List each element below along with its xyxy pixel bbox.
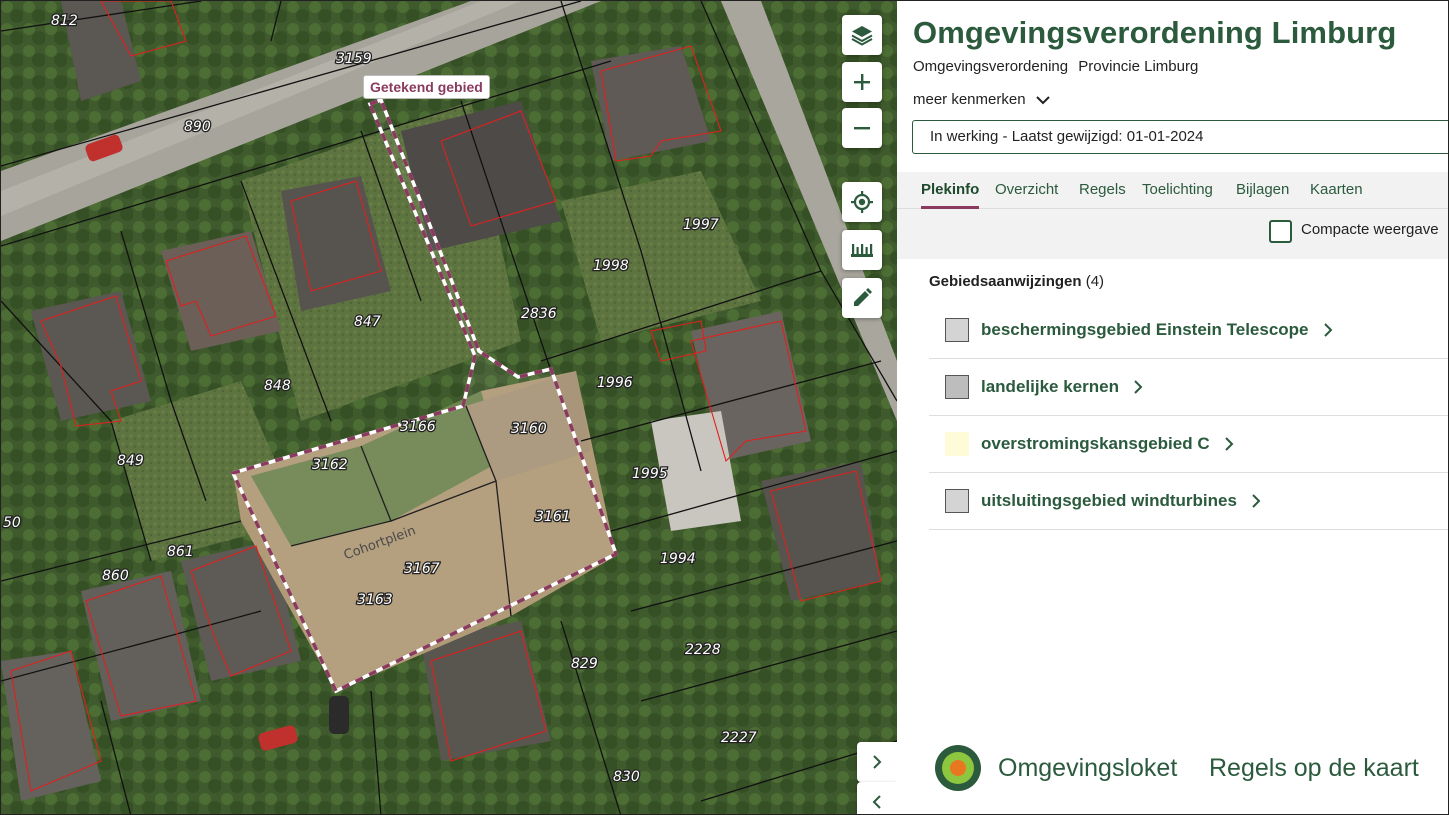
footer: Omgevingsloket Regels op de kaart <box>897 737 1448 807</box>
gebied-row-overstromingskansgebied[interactable]: overstromingskansgebied C <box>929 416 1448 473</box>
parcel-label: 830 <box>613 769 640 785</box>
info-panel: Omgevingsverordening Limburg Omgevingsve… <box>897 1 1448 814</box>
parcel-label: 812 <box>51 13 78 29</box>
minus-icon <box>854 127 870 130</box>
parcel-label: 3167 <box>404 561 440 577</box>
compact-view-label[interactable]: Compacte weergave <box>1301 221 1439 238</box>
tab-regels[interactable]: Regels <box>1079 172 1126 209</box>
section-count: (4) <box>1085 273 1105 290</box>
meer-kenmerken-label: meer kenmerken <box>913 91 1026 108</box>
tab-bar: Plekinfo Overzicht Regels Toelichting Bi… <box>897 172 1448 209</box>
parcel-label: 1994 <box>660 551 696 567</box>
draw-button[interactable] <box>842 278 882 318</box>
parcel-label: 829 <box>571 656 598 672</box>
legend-swatch <box>945 318 969 342</box>
measure-button[interactable] <box>842 230 882 270</box>
chevron-right-icon <box>873 755 882 769</box>
gebied-label: landelijke kernen <box>981 377 1119 396</box>
document-subtitle: Omgevingsverordening Provincie Limburg <box>913 58 1198 75</box>
zoom-in-button[interactable] <box>842 62 882 102</box>
parcel-label: 3159 <box>336 51 372 67</box>
parcel-label: 847 <box>354 314 381 330</box>
document-authority: Provincie Limburg <box>1078 58 1199 75</box>
locate-icon <box>851 191 873 213</box>
parcel-label: 860 <box>102 568 129 584</box>
layers-icon <box>851 26 873 46</box>
meer-kenmerken-toggle[interactable]: meer kenmerken <box>913 91 1050 108</box>
zoom-out-button[interactable] <box>842 108 882 148</box>
layers-button[interactable] <box>842 15 882 55</box>
parcel-label: 890 <box>184 119 211 135</box>
parcel-label: 1995 <box>632 466 668 482</box>
brand-prefix: Omgevings <box>998 754 1125 782</box>
parcel-label: 50 <box>3 515 21 531</box>
parcel-label: 1997 <box>683 217 719 233</box>
locate-button[interactable] <box>842 182 882 222</box>
gebied-row-einstein-telescope[interactable]: beschermingsgebied Einstein Telescope <box>929 302 1448 359</box>
aerial-map[interactable]: 812 3159 890 847 2836 1998 1997 848 3166… <box>1 1 897 815</box>
parcel-label: 3166 <box>400 419 436 435</box>
parcel-label: 1996 <box>597 375 633 391</box>
brand-name[interactable]: Omgevingsloket <box>998 754 1177 783</box>
chevron-right-icon <box>1252 494 1261 508</box>
section-title: Gebiedsaanwijzingen (4) <box>929 273 1104 290</box>
parcel-label: 2228 <box>685 642 721 658</box>
parcel-label: 3161 <box>535 509 571 525</box>
gebied-label: overstromingskansgebied C <box>981 434 1210 453</box>
brand-suffix: loket <box>1124 754 1178 782</box>
parcel-label: 2227 <box>721 730 757 746</box>
parcel-label: 3162 <box>312 457 348 473</box>
tab-plekinfo[interactable]: Plekinfo <box>921 172 980 209</box>
parcel-label: 848 <box>264 378 291 394</box>
legend-swatch <box>945 375 969 399</box>
chevron-right-icon <box>1224 437 1234 451</box>
compact-view-checkbox[interactable] <box>1269 220 1292 243</box>
chevron-left-icon <box>872 795 881 809</box>
expand-panel-button[interactable] <box>857 742 897 782</box>
tab-kaarten[interactable]: Kaarten <box>1310 172 1363 209</box>
chevron-right-icon <box>1134 380 1143 394</box>
parcel-label: 849 <box>117 453 144 469</box>
version-status-select[interactable]: In werking - Laatst gewijzigd: 01-01-202… <box>912 120 1448 154</box>
map-view[interactable]: 812 3159 890 847 2836 1998 1997 848 3166… <box>1 1 897 815</box>
chevron-right-icon <box>1323 323 1332 337</box>
pencil-icon <box>854 288 872 306</box>
parcel-label: 2836 <box>521 306 557 322</box>
gebied-label: uitsluitingsgebied windturbines <box>981 491 1237 510</box>
parcel-label: 3163 <box>357 592 393 608</box>
ruler-icon <box>851 244 873 257</box>
collapse-panel-button[interactable] <box>857 782 897 814</box>
section-title-text: Gebiedsaanwijzingen <box>929 273 1082 290</box>
document-type: Omgevingsverordening <box>913 58 1069 75</box>
panel-header: Omgevingsverordening Limburg Omgevingsve… <box>897 1 1448 172</box>
gebied-label: beschermingsgebied Einstein Telescope <box>981 320 1309 339</box>
parcel-label: 3160 <box>511 421 547 437</box>
drawn-area-label: Getekend gebied <box>363 75 490 99</box>
legend-swatch <box>945 489 969 513</box>
parcel-label: 861 <box>167 544 194 560</box>
omgevingsloket-logo[interactable] <box>934 744 982 792</box>
gebied-row-landelijke-kernen[interactable]: landelijke kernen <box>929 359 1448 416</box>
gebied-row-uitsluitingsgebied[interactable]: uitsluitingsgebied windturbines <box>929 473 1448 530</box>
legend-swatch <box>945 432 969 456</box>
tab-bijlagen[interactable]: Bijlagen <box>1236 172 1289 209</box>
tab-toelichting[interactable]: Toelichting <box>1142 172 1213 209</box>
tab-overzicht[interactable]: Overzicht <box>995 172 1058 209</box>
page-title: Omgevingsverordening Limburg <box>913 15 1397 50</box>
compact-view-row: Compacte weergave <box>897 209 1448 259</box>
chevron-down-icon <box>1035 95 1050 104</box>
plus-icon <box>854 74 870 90</box>
parcel-label: 1998 <box>593 258 629 274</box>
tagline: Regels op de kaart <box>1209 754 1419 782</box>
